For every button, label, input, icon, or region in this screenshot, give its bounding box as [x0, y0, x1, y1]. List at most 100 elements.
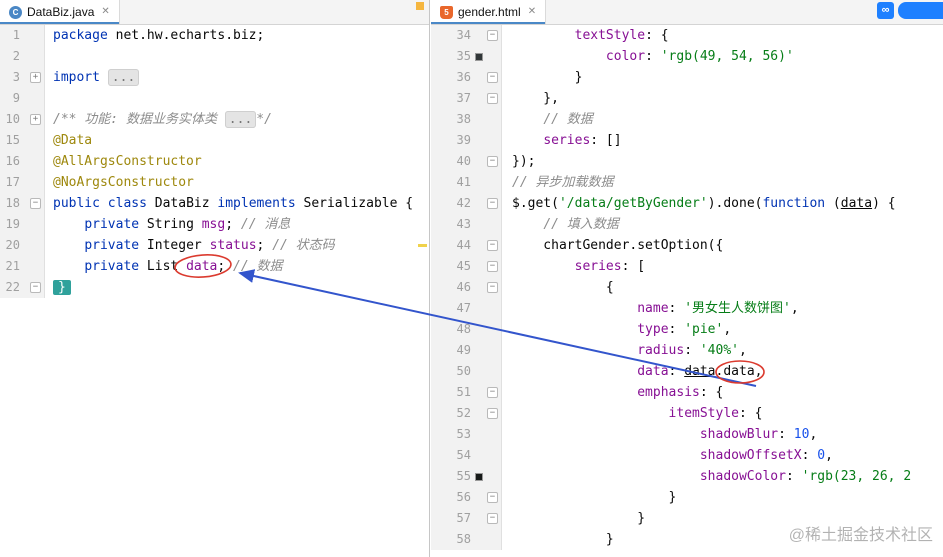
code-line[interactable]: 20 private Integer status; // 状态码	[0, 235, 429, 256]
line-number[interactable]: 58	[431, 529, 471, 550]
code-line[interactable]: 49 radius: '40%',	[431, 340, 943, 361]
code-line[interactable]: 51 − emphasis: {	[431, 382, 943, 403]
promo-badge[interactable]: ∞	[877, 2, 943, 19]
code-line[interactable]: 46 − {	[431, 277, 943, 298]
gutter[interactable]: 34 −	[431, 25, 502, 46]
code-line[interactable]: 50 data: data.data,	[431, 361, 943, 382]
line-number[interactable]: 48	[431, 319, 471, 340]
gutter[interactable]: 56 −	[431, 487, 502, 508]
right-editor[interactable]: 34− textStyle: {35 color: 'rgb(49, 54, 5…	[431, 25, 943, 557]
line-number[interactable]: 50	[431, 361, 471, 382]
line-number[interactable]: 46	[431, 277, 471, 298]
gutter[interactable]: 18−	[0, 193, 45, 214]
fold-marker-icon[interactable]: −	[30, 198, 41, 209]
code-line[interactable]: 47 name: '男女生人数饼图',	[431, 298, 943, 319]
gutter[interactable]: 41	[431, 172, 502, 193]
color-swatch-icon[interactable]	[475, 472, 483, 481]
gutter[interactable]: 17	[0, 172, 45, 193]
gutter[interactable]: 54	[431, 445, 502, 466]
gutter[interactable]: 43	[431, 214, 502, 235]
fold-marker-icon[interactable]: −	[487, 387, 498, 398]
gutter[interactable]: 10 +	[0, 109, 45, 130]
gutter[interactable]: 44 −	[431, 235, 502, 256]
gutter[interactable]: 39	[431, 130, 502, 151]
code-line[interactable]: 16 @AllArgsConstructor	[0, 151, 429, 172]
fold-marker-icon[interactable]: −	[487, 72, 498, 83]
gutter[interactable]: 51 −	[431, 382, 502, 403]
line-number[interactable]: 45	[431, 256, 471, 277]
line-number[interactable]: 18	[0, 193, 20, 214]
line-number[interactable]: 53	[431, 424, 471, 445]
gutter[interactable]: 49	[431, 340, 502, 361]
fold-marker-icon[interactable]: −	[487, 492, 498, 503]
fold-marker-icon[interactable]: −	[487, 93, 498, 104]
fold-marker-icon[interactable]: −	[487, 156, 498, 167]
line-number[interactable]: 22	[0, 277, 20, 298]
code-line[interactable]: 2	[0, 46, 429, 67]
line-number[interactable]: 2	[0, 46, 20, 67]
code-line[interactable]: 34 − textStyle: {	[431, 25, 943, 46]
gutter[interactable]: 38	[431, 109, 502, 130]
line-number[interactable]: 42	[431, 193, 471, 214]
tab-databiz-java[interactable]: C DataBiz.java ✕	[0, 0, 120, 24]
code-line[interactable]: 44 − chartGender.setOption({	[431, 235, 943, 256]
fold-marker-icon[interactable]: +	[30, 114, 41, 125]
gutter[interactable]: 57 −	[431, 508, 502, 529]
gutter[interactable]: 52 −	[431, 403, 502, 424]
gutter[interactable]: 48	[431, 319, 502, 340]
code-line[interactable]: 40 −});	[431, 151, 943, 172]
gutter[interactable]: 20	[0, 235, 45, 256]
line-number[interactable]: 51	[431, 382, 471, 403]
color-swatch-icon[interactable]	[475, 52, 483, 61]
code-line[interactable]: 22−}	[0, 277, 429, 298]
code-line[interactable]: 3 + import ...	[0, 67, 429, 88]
line-number[interactable]: 49	[431, 340, 471, 361]
fold-marker-icon[interactable]: −	[487, 198, 498, 209]
tab-gender-html[interactable]: 5 gender.html ✕	[431, 0, 547, 24]
close-icon[interactable]: ✕	[99, 7, 109, 17]
line-number[interactable]: 21	[0, 256, 20, 277]
line-number[interactable]: 35	[431, 46, 471, 67]
line-number[interactable]: 41	[431, 172, 471, 193]
gutter[interactable]: 21	[0, 256, 45, 277]
line-number[interactable]: 36	[431, 67, 471, 88]
gutter[interactable]: 45 −	[431, 256, 502, 277]
line-number[interactable]: 55	[431, 466, 471, 487]
code-line[interactable]: 52 − itemStyle: {	[431, 403, 943, 424]
code-line[interactable]: 43 // 填入数据	[431, 214, 943, 235]
line-number[interactable]: 40	[431, 151, 471, 172]
code-line[interactable]: 18− public class DataBiz implements Seria…	[0, 193, 429, 214]
fold-marker-icon[interactable]: −	[487, 30, 498, 41]
fold-marker-icon[interactable]: −	[487, 240, 498, 251]
line-number[interactable]: 19	[0, 214, 20, 235]
line-number[interactable]: 1	[0, 25, 20, 46]
gutter[interactable]: 55	[431, 466, 502, 487]
line-number[interactable]: 57	[431, 508, 471, 529]
gutter[interactable]: 42 −	[431, 193, 502, 214]
gutter[interactable]: 9	[0, 88, 45, 109]
line-number[interactable]: 37	[431, 88, 471, 109]
line-number[interactable]: 39	[431, 130, 471, 151]
code-line[interactable]: 56 − }	[431, 487, 943, 508]
fold-marker-icon[interactable]: −	[487, 408, 498, 419]
code-line[interactable]: 38 // 数据	[431, 109, 943, 130]
promo-pill[interactable]	[898, 2, 943, 19]
code-line[interactable]: 48 type: 'pie',	[431, 319, 943, 340]
code-line[interactable]: 35 color: 'rgb(49, 54, 56)'	[431, 46, 943, 67]
line-number[interactable]: 34	[431, 25, 471, 46]
fold-marker-icon[interactable]: −	[487, 261, 498, 272]
gutter[interactable]: 37 −	[431, 88, 502, 109]
gutter[interactable]: 40 −	[431, 151, 502, 172]
gutter[interactable]: 50	[431, 361, 502, 382]
code-line[interactable]: 36 − }	[431, 67, 943, 88]
code-line[interactable]: 10 + /** 功能: 数据业务实体类 ... */	[0, 109, 429, 130]
line-number[interactable]: 43	[431, 214, 471, 235]
code-line[interactable]: 54 shadowOffsetX: 0,	[431, 445, 943, 466]
code-line[interactable]: 17 @NoArgsConstructor	[0, 172, 429, 193]
line-number[interactable]: 9	[0, 88, 20, 109]
line-number[interactable]: 17	[0, 172, 20, 193]
code-line[interactable]: 15 @Data	[0, 130, 429, 151]
gutter[interactable]: 19	[0, 214, 45, 235]
fold-marker-icon[interactable]: −	[487, 513, 498, 524]
code-line[interactable]: 53 shadowBlur: 10,	[431, 424, 943, 445]
